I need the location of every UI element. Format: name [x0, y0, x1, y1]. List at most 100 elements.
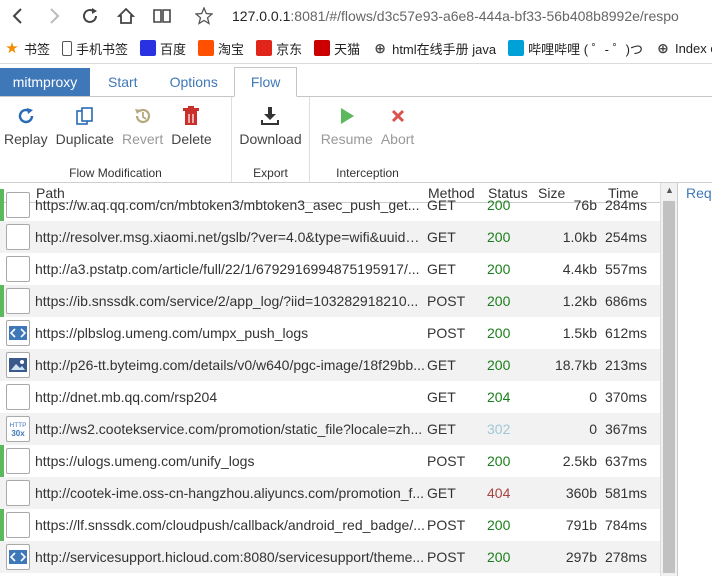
- bookmark-item[interactable]: ⊕ Index o: [655, 40, 712, 56]
- cell-size: 4.4kb: [562, 261, 597, 277]
- bookmark-item[interactable]: 京东: [256, 39, 302, 58]
- copy-icon: [75, 105, 95, 127]
- address-bar[interactable]: 127.0.0.1:8081/#/flows/d3c57e93-a6e8-444…: [222, 0, 712, 32]
- intercept-marker: [0, 477, 4, 509]
- cell-method: POST: [427, 325, 466, 341]
- abort-label: Abort: [380, 131, 415, 147]
- cell-status: 404: [487, 485, 511, 501]
- table-row[interactable]: http://a3.pstatp.com/article/full/22/1/6…: [0, 253, 660, 285]
- group-interception: Resume Abort Interception: [310, 97, 425, 182]
- table-row[interactable]: https://ulogs.umeng.com/unify_logs POST 20…: [0, 445, 660, 477]
- globe-icon: ⊕: [657, 39, 669, 56]
- duplicate-button[interactable]: Duplicate: [52, 105, 118, 147]
- revert-button[interactable]: Revert: [118, 105, 167, 147]
- resume-label: Resume: [320, 131, 373, 147]
- cell-status: 200: [487, 357, 511, 373]
- abort-button[interactable]: Abort: [377, 105, 418, 147]
- globe-icon: ⊕: [374, 39, 386, 56]
- bookmark-item[interactable]: ★ 书签: [4, 39, 50, 58]
- url-path: :8081/#/flows/d3c57e93-a6e8-444a-bf33-56…: [290, 8, 679, 24]
- intercept-marker: [0, 253, 4, 285]
- cell-time: 686ms: [604, 293, 647, 309]
- cell-method: GET: [427, 261, 456, 277]
- cell-status: 200: [487, 293, 511, 309]
- replay-label: Replay: [4, 131, 48, 147]
- bookmark-label: 书签: [24, 41, 51, 57]
- reader-icon[interactable]: [144, 0, 180, 32]
- bookmark-item[interactable]: 天猫: [314, 39, 360, 58]
- tab-start[interactable]: Start: [92, 68, 154, 96]
- cell-size: 791b: [565, 517, 597, 533]
- bookmark-item[interactable]: 淘宝: [198, 39, 244, 58]
- intercept-marker: [0, 221, 4, 253]
- cell-method: GET: [427, 357, 456, 373]
- scrollbar-thumb[interactable]: [663, 201, 675, 573]
- table-row[interactable]: http://servicesupport.hicloud.com:8080/s…: [0, 541, 660, 573]
- intercept-marker: [0, 445, 4, 477]
- refresh-icon: [16, 105, 36, 127]
- document-icon: [6, 512, 30, 538]
- bookmark-star-icon[interactable]: [186, 0, 222, 32]
- group-flow-modification: Replay Duplicate Revert Delete Flow Modi…: [0, 97, 232, 182]
- home-icon[interactable]: [108, 0, 144, 32]
- bookmark-label: 百度: [160, 41, 187, 57]
- replay-button[interactable]: Replay: [0, 105, 52, 147]
- cell-status: 200: [487, 197, 511, 213]
- cell-path: http://dnet.mb.qq.com/rsp204: [35, 389, 218, 405]
- cell-status: 200: [487, 261, 511, 277]
- x-icon: [390, 105, 406, 127]
- cell-method: GET: [427, 389, 456, 405]
- table-row[interactable]: https://lf.snssdk.com/cloudpush/callback…: [0, 509, 660, 541]
- table-row[interactable]: HTTP 30x http://ws2.cootekservice.com/prom…: [0, 413, 660, 445]
- forward-icon[interactable]: [36, 0, 72, 32]
- cell-path: http://ws2.cootekservice.com/promotion/s…: [35, 421, 423, 437]
- code-file-icon: [6, 320, 30, 346]
- table-row[interactable]: http://dnet.mb.qq.com/rsp204 GET 204 0 370ms: [0, 381, 660, 413]
- table-row[interactable]: https://ib.snssdk.com/service/2/app_log/…: [0, 285, 660, 317]
- tab-request[interactable]: Req: [678, 183, 712, 201]
- cell-time: 637ms: [604, 453, 647, 469]
- bookmark-item[interactable]: 哔哩哔哩 ( ゜- ゜)つ: [508, 39, 643, 58]
- bookmark-item[interactable]: 百度: [140, 39, 186, 58]
- cell-size: 1.0kb: [562, 229, 597, 245]
- bookmark-item[interactable]: 手机书签: [62, 39, 128, 58]
- table-row[interactable]: http://p26-tt.byteimg.com/details/v0/w64…: [0, 349, 660, 381]
- reload-icon[interactable]: [72, 0, 108, 32]
- delete-button[interactable]: Delete: [167, 105, 215, 147]
- download-icon: [260, 105, 280, 127]
- star-icon: ★: [5, 40, 19, 57]
- table-row[interactable]: http://resolver.msg.xiaomi.net/gslb/?ver…: [0, 221, 660, 253]
- cell-method: POST: [427, 293, 466, 309]
- tab-flow[interactable]: Flow: [233, 67, 298, 97]
- cell-method: POST: [427, 517, 466, 533]
- cell-size: 0: [589, 421, 597, 437]
- resume-button[interactable]: Resume: [317, 105, 377, 147]
- flow-ribbon: Replay Duplicate Revert Delete Flow Modi…: [0, 97, 712, 183]
- group-title-export: Export: [253, 166, 288, 181]
- document-icon: [6, 192, 30, 218]
- group-export: Download Export: [232, 97, 310, 182]
- bookmark-label: 京东: [276, 41, 303, 57]
- history-icon: [133, 105, 153, 127]
- cell-path: http://a3.pstatp.com/article/full/22/1/6…: [35, 261, 420, 277]
- document-icon: [6, 224, 30, 250]
- tab-options[interactable]: Options: [154, 68, 234, 96]
- download-button[interactable]: Download: [235, 105, 305, 147]
- code-file-icon: [6, 544, 30, 570]
- vertical-scrollbar[interactable]: ▲: [660, 183, 677, 576]
- cell-time: 278ms: [604, 549, 647, 565]
- intercept-marker: [0, 189, 4, 221]
- table-row[interactable]: https://w.aq.qq.com/cn/mbtoken3/mbtoken3…: [0, 189, 660, 221]
- cell-method: POST: [427, 549, 466, 565]
- cell-time: 213ms: [604, 357, 647, 373]
- scroll-up-icon[interactable]: ▲: [665, 185, 674, 195]
- intercept-marker: [0, 541, 4, 573]
- svg-text:HTTP: HTTP: [10, 422, 27, 429]
- table-row[interactable]: https://plbslog.umeng.com/umpx_push_logs…: [0, 317, 660, 349]
- bookmark-label: html在线手册 java: [392, 41, 497, 57]
- flow-table: Path Method Status Size Time https://w.a…: [0, 183, 660, 576]
- table-row[interactable]: http://cootek-ime.oss-cn-hangzhou.aliyun…: [0, 477, 660, 509]
- back-icon[interactable]: [0, 0, 36, 32]
- taobao-icon: [198, 40, 215, 56]
- bookmark-item[interactable]: ⊕ html在线手册 java: [372, 39, 496, 58]
